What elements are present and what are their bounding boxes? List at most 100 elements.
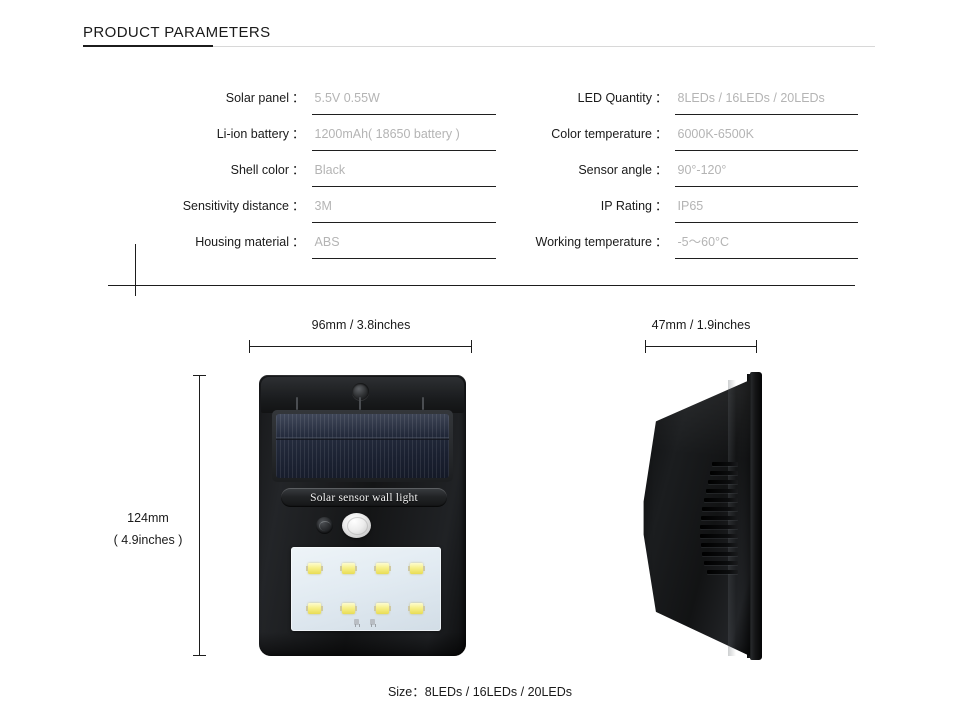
vent-slot [701,543,738,547]
vent-slot [700,525,738,529]
led-chip [340,603,357,614]
spec-value-li-ion-battery: 1200mAh( 18650 battery ) [314,127,460,141]
spec-colon: ： [655,199,668,213]
spec-label-led-quantity: LED Quantity [577,91,652,105]
spec-value-wrap: 5.5V 0.55W [311,88,496,115]
spec-value-solar-panel: 5.5V 0.55W [314,91,380,105]
solar-panel [276,414,449,478]
dimension-tick-width-right [471,340,472,353]
spec-underline [311,186,496,187]
spec-row-housing-material: Housing material ： ABS [108,232,496,268]
spec-value-housing-material: ABS [314,235,340,249]
side-vent-group [700,462,738,582]
spec-label-li-ion-battery: Li-ion battery [216,127,289,141]
bottom-caption: Size：8LEDs / 16LEDs / 20LEDs [387,685,573,699]
pir-motion-sensor-icon [342,513,371,538]
spec-label-shell-color: Shell color [230,163,289,177]
spec-value-working-temperature: -5～60°C [677,235,730,249]
spec-row-led-quantity: LED Quantity ： 8LEDs / 16LEDs / 20LEDs [500,88,858,124]
spec-underline [674,258,858,259]
spec-row-working-temperature: Working temperature ： -5～60°C [500,232,858,268]
spec-colon: ： [292,163,305,177]
product-brand-text: Solar sensor wall light [310,491,418,504]
page-title: PRODUCT PARAMETERS [83,24,271,41]
spec-column-right: LED Quantity ： 8LEDs / 16LEDs / 20LEDs C… [500,88,858,268]
spec-value-wrap: ABS [311,232,496,259]
spec-colon: ： [292,127,305,141]
led-chip [374,603,391,614]
spec-value-sensitivity-distance: 3M [314,199,332,213]
led-chip [306,563,323,574]
spec-row-ip-rating: IP Rating ： IP65 [500,196,858,232]
spec-value-color-temperature: 6000K-6500K [677,127,754,141]
spec-label-color-temperature: Color temperature [551,127,652,141]
spec-value-wrap: 1200mAh( 18650 battery ) [311,124,496,151]
mount-tab [296,397,298,410]
spec-value-wrap: Black [311,160,496,187]
spec-label-sensor-angle: Sensor angle [578,163,652,177]
spec-colon: ： [655,127,668,141]
spec-colon: ： [655,163,668,177]
spec-colon: ： [655,235,668,249]
spec-underline [311,258,496,259]
vent-slot [701,516,738,520]
section-divider-horizontal [108,285,855,286]
dimension-tick-width-left [249,340,250,353]
title-rule-accent [83,45,213,47]
spec-row-shell-color: Shell color ： Black [108,160,496,196]
spec-row-li-ion-battery: Li-ion battery ： 1200mAh( 18650 battery … [108,124,496,160]
product-brand-banner: Solar sensor wall light [281,488,447,507]
circuit-component [354,619,360,627]
spec-row-sensitivity-distance: Sensitivity distance ： 3M [108,196,496,232]
product-side-view [638,372,762,660]
spec-underline [311,150,496,151]
dimension-line-width [249,346,472,347]
vent-slot [704,561,738,565]
dimension-label-height-mm: 124mm [127,511,169,525]
section-divider-vertical [135,244,136,296]
side-back-plate [750,372,762,660]
spec-underline [311,114,496,115]
dimension-tick-depth-right [756,340,757,353]
led-panel [291,547,441,631]
led-chip [408,603,425,614]
solar-panel-seam [276,437,449,440]
spec-column-left: Solar panel ： 5.5V 0.55W Li-ion battery … [108,88,496,268]
dimension-label-height-inches: ( 4.9inches ) [113,533,183,547]
circuit-component [370,619,376,627]
spec-label-ip-rating: IP Rating [600,199,652,213]
spec-value-shell-color: Black [314,163,346,177]
spec-row-solar-panel: Solar panel ： 5.5V 0.55W [108,88,496,124]
dimension-label-height: 124mm ( 4.9inches ) [95,507,201,551]
spec-underline [674,222,858,223]
spec-value-wrap: IP65 [674,196,858,223]
spec-label-working-temperature: Working temperature [535,235,653,249]
light-sensor-icon [316,517,333,534]
spec-value-led-quantity: 8LEDs / 16LEDs / 20LEDs [677,91,825,105]
mount-tab [422,397,424,410]
vent-slot [712,462,738,466]
spec-colon: ： [292,91,305,105]
dimension-tick-height-top [193,375,206,376]
spec-row-color-temperature: Color temperature ： 6000K-6500K [500,124,858,160]
spec-underline [674,186,858,187]
dimension-tick-depth-left [645,340,646,353]
spec-underline [311,222,496,223]
led-chip [408,563,425,574]
spec-value-wrap: -5～60°C [674,232,858,259]
vent-slot [710,471,738,475]
spec-label-solar-panel: Solar panel [225,91,289,105]
spec-value-sensor-angle: 90°-120° [677,163,727,177]
vent-slot [707,570,738,574]
dimension-tick-height-bottom [193,655,206,656]
vent-slot [702,507,738,511]
spec-value-wrap: 6000K-6500K [674,124,858,151]
vent-slot [702,552,738,556]
spec-colon: ： [292,199,305,213]
led-chip [340,563,357,574]
spec-value-ip-rating: IP65 [677,199,704,213]
product-bottom-shading [259,632,466,656]
spec-colon: ： [292,235,305,249]
spec-underline [674,150,858,151]
vent-slot [700,534,738,538]
